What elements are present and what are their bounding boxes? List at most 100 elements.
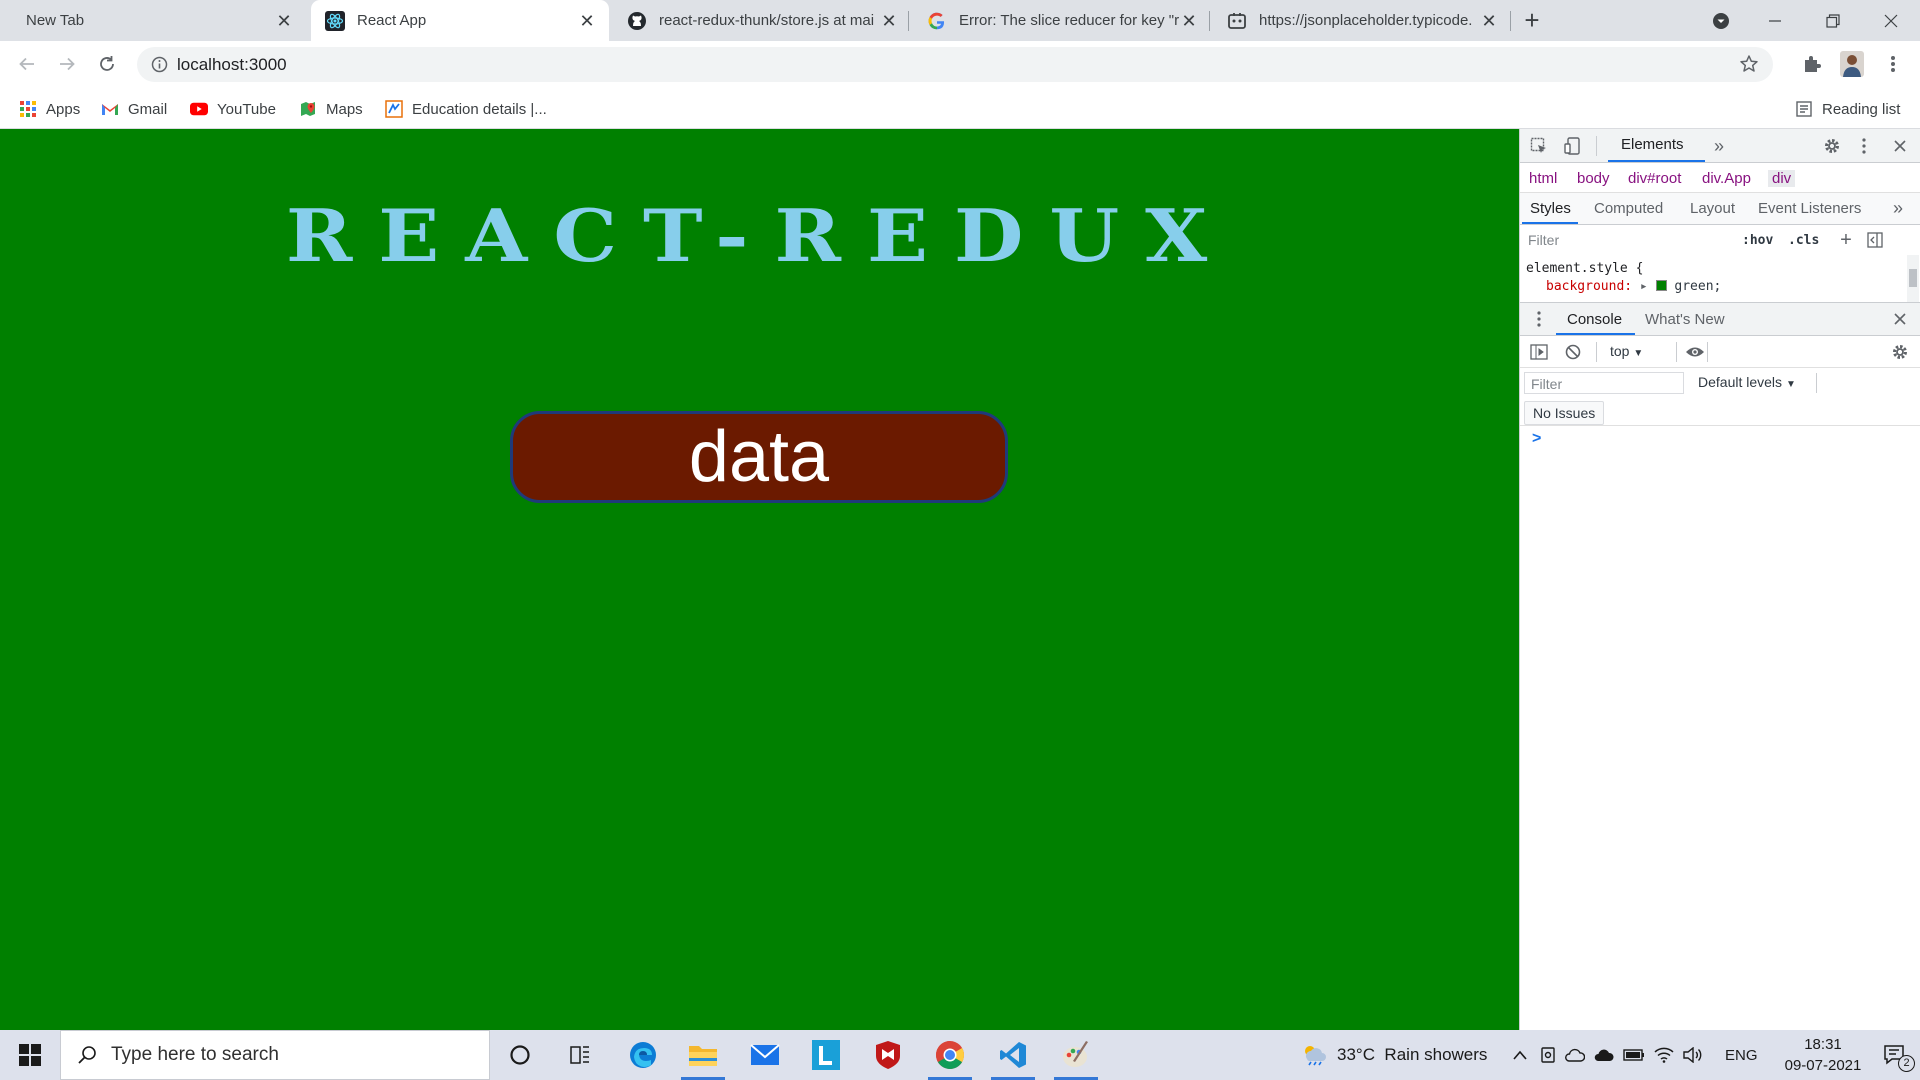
tab-layout[interactable]: Layout — [1690, 200, 1735, 217]
close-icon[interactable]: ✕ — [879, 11, 899, 31]
breadcrumb-item-selected[interactable]: div — [1768, 170, 1796, 187]
task-view-button[interactable] — [550, 1030, 610, 1080]
edge-taskbar-button[interactable] — [613, 1030, 673, 1080]
tab-google-search[interactable]: Error: The slice reducer for key "r ✕ — [913, 0, 1211, 41]
kebab-menu-icon[interactable] — [1853, 135, 1875, 157]
windows-taskbar: Type here to search 33°C Rain showers EN… — [0, 1030, 1920, 1080]
bookmark-label: Apps — [46, 100, 81, 118]
tab-github[interactable]: react-redux-thunk/store.js at mai ✕ — [613, 0, 911, 41]
network-device-icon[interactable] — [1540, 1046, 1556, 1064]
close-icon[interactable] — [1889, 135, 1911, 157]
clock[interactable]: 18:31 09-07-2021 — [1776, 1030, 1870, 1080]
profile-avatar[interactable] — [1838, 50, 1866, 78]
l-app-taskbar-button[interactable] — [796, 1030, 856, 1080]
show-sidebar-icon[interactable] — [1528, 341, 1550, 363]
reload-button[interactable] — [91, 48, 123, 80]
battery-icon[interactable] — [1623, 1049, 1645, 1061]
bookmark-apps[interactable]: Apps — [19, 98, 80, 120]
chrome-menu-button[interactable] — [1879, 50, 1907, 78]
inspect-element-icon[interactable] — [1528, 135, 1550, 157]
back-button[interactable] — [11, 48, 43, 80]
breadcrumb-item[interactable]: div#root — [1628, 170, 1681, 187]
onedrive-cloud-icon[interactable] — [1565, 1048, 1585, 1062]
start-button[interactable] — [0, 1030, 60, 1080]
color-swatch[interactable] — [1655, 280, 1667, 291]
rule-declaration[interactable]: background: ▸ green; — [1546, 279, 1721, 294]
toggle-sidebar-icon[interactable] — [1864, 229, 1886, 251]
window-close-button[interactable] — [1868, 0, 1914, 41]
tab-console[interactable]: Console — [1567, 311, 1622, 328]
close-icon[interactable]: ✕ — [1479, 11, 1499, 31]
active-tab-indicator — [1608, 160, 1705, 162]
add-rule-icon[interactable]: + — [1835, 229, 1857, 251]
chrome-taskbar-button[interactable] — [920, 1030, 980, 1080]
console-prompt[interactable]: > — [1520, 426, 1920, 456]
breadcrumb-item[interactable]: body — [1577, 170, 1610, 187]
address-bar[interactable]: localhost:3000 — [137, 47, 1773, 82]
taskbar-search-box[interactable]: Type here to search — [60, 1030, 490, 1080]
paint-taskbar-button[interactable] — [1046, 1030, 1106, 1080]
new-tab-button[interactable]: + — [1518, 7, 1546, 35]
tab-new-tab[interactable]: New Tab ✕ — [6, 0, 306, 41]
weather-widget[interactable]: 33°C Rain showers — [1301, 1030, 1487, 1080]
bookmark-maps[interactable]: Maps — [299, 98, 363, 120]
tab-elements[interactable]: Elements — [1621, 136, 1684, 153]
bookmark-star-icon[interactable] — [1739, 54, 1759, 79]
mcafee-taskbar-button[interactable] — [858, 1030, 918, 1080]
bookmark-education-details[interactable]: Education details |... — [385, 98, 547, 120]
mail-taskbar-button[interactable] — [735, 1030, 795, 1080]
tab-react-app[interactable]: React App ✕ — [311, 0, 609, 41]
bookmark-youtube[interactable]: YouTube — [190, 98, 276, 120]
file-explorer-taskbar-button[interactable] — [673, 1030, 733, 1080]
language-indicator[interactable]: ENG — [1725, 1030, 1758, 1080]
log-levels-dropdown[interactable]: Default levels ▼ — [1698, 374, 1796, 390]
console-filter-input[interactable]: Filter — [1524, 372, 1684, 394]
minimize-button[interactable] — [1752, 0, 1798, 41]
site-info-icon[interactable] — [151, 56, 168, 78]
tab-styles[interactable]: Styles — [1530, 200, 1571, 217]
cloud-sync-icon[interactable] — [1594, 1048, 1614, 1062]
styles-scrollbar[interactable] — [1907, 255, 1919, 302]
clear-console-icon[interactable] — [1562, 341, 1584, 363]
cls-toggle[interactable]: .cls — [1788, 233, 1819, 248]
tab-whats-new[interactable]: What's New — [1645, 311, 1725, 328]
context-selector[interactable]: top ▼ — [1610, 343, 1643, 359]
bookmark-gmail[interactable]: Gmail — [101, 98, 167, 120]
styles-filter-input[interactable]: Filter — [1528, 232, 1728, 248]
notification-count-badge: 2 — [1898, 1055, 1915, 1072]
gear-icon[interactable] — [1889, 341, 1911, 363]
reading-list-button[interactable]: Reading list — [1795, 98, 1900, 120]
gear-icon[interactable] — [1821, 135, 1843, 157]
close-icon[interactable]: ✕ — [1179, 11, 1199, 31]
vscode-icon — [1000, 1042, 1026, 1068]
data-button[interactable]: data — [510, 411, 1008, 503]
volume-icon[interactable] — [1683, 1047, 1703, 1063]
close-icon[interactable]: ✕ — [577, 11, 597, 31]
tab-search-button[interactable] — [1698, 0, 1744, 41]
forward-button[interactable] — [51, 48, 83, 80]
cortana-button[interactable] — [490, 1030, 550, 1080]
breadcrumb-item[interactable]: div.App — [1702, 170, 1751, 187]
show-hidden-icons-button[interactable] — [1512, 1030, 1528, 1080]
tab-jsonplaceholder[interactable]: https://jsonplaceholder.typicode. ✕ — [1213, 0, 1511, 41]
hov-toggle[interactable]: :hov — [1742, 233, 1773, 248]
close-icon[interactable] — [1889, 308, 1911, 330]
wifi-icon[interactable] — [1654, 1047, 1674, 1063]
action-center-button[interactable]: 2 — [1870, 1030, 1920, 1080]
close-icon[interactable]: ✕ — [274, 11, 294, 31]
url-text[interactable]: localhost:3000 — [177, 55, 287, 75]
expand-triangle-icon[interactable]: ▸ — [1640, 279, 1648, 294]
more-tabs-chevron-icon[interactable]: » — [1708, 135, 1730, 157]
tab-computed[interactable]: Computed — [1594, 200, 1663, 217]
restore-button[interactable] — [1810, 0, 1856, 41]
extensions-button[interactable] — [1798, 50, 1826, 78]
breadcrumb-item[interactable]: html — [1529, 170, 1557, 187]
device-toolbar-icon[interactable] — [1562, 135, 1584, 157]
tab-event-listeners[interactable]: Event Listeners — [1758, 200, 1861, 217]
vscode-taskbar-button[interactable] — [983, 1030, 1043, 1080]
no-issues-button[interactable]: No Issues — [1524, 401, 1605, 425]
drawer-menu-icon[interactable] — [1528, 308, 1550, 330]
live-expression-eye-icon[interactable] — [1684, 341, 1706, 363]
scrollbar-thumb[interactable] — [1909, 269, 1917, 287]
more-tabs-chevron-icon[interactable]: » — [1887, 197, 1909, 219]
